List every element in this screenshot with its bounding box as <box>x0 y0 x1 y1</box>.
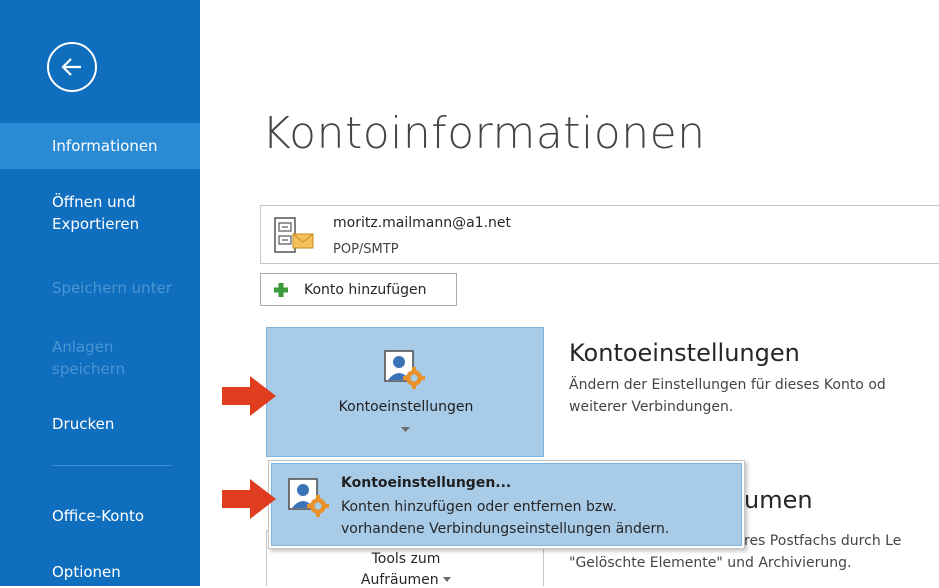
mailbox-icon <box>274 217 314 253</box>
nav-item-optionen[interactable]: Optionen <box>0 560 200 584</box>
account-settings-button-label: Kontoeinstellungen <box>338 399 474 415</box>
nav-item-speichern-unter: Speichern unter <box>0 276 200 300</box>
nav-item-informationen[interactable]: Informationen <box>0 123 200 169</box>
account-settings-icon <box>384 350 425 389</box>
nav-label-line2: Exportieren <box>52 215 140 233</box>
chevron-down-icon <box>401 427 410 432</box>
account-selector[interactable]: moritz.mailmann@a1.net POP/SMTP <box>260 205 939 264</box>
cleanup-description-line2: "Gelöschte Elemente" und Archivierung. <box>569 555 852 571</box>
add-account-button[interactable]: Konto hinzufügen <box>260 273 457 306</box>
nav-label: Optionen <box>52 563 121 581</box>
back-button[interactable] <box>47 42 97 92</box>
chevron-down-icon <box>443 577 452 582</box>
nav-label: Informationen <box>52 137 158 155</box>
cleanup-heading: umen <box>744 486 813 514</box>
nav-item-anlagen-speichern: Anlagen speichern <box>0 336 200 386</box>
account-settings-icon <box>288 478 329 517</box>
nav-label: Drucken <box>52 415 115 433</box>
menu-item-account-settings[interactable]: Kontoeinstellungen... Konten hinzufügen … <box>271 463 742 546</box>
menu-item-description-line1: Konten hinzufügen oder entfernen bzw. <box>341 499 617 515</box>
add-account-label: Konto hinzufügen <box>304 282 427 298</box>
cleanup-tools-label-line1: Tools zum <box>371 551 441 567</box>
nav-label-line2: speichern <box>52 360 126 378</box>
nav-label-line1: Anlagen <box>52 338 114 356</box>
menu-item-description-line2: vorhandene Verbindungseinstellungen ände… <box>341 521 670 537</box>
account-type: POP/SMTP <box>333 242 399 257</box>
nav-label: Office-Konto <box>52 507 145 525</box>
nav-label-line1: Öffnen und <box>52 193 136 211</box>
account-email: moritz.mailmann@a1.net <box>333 215 512 231</box>
account-settings-dropdown: Kontoeinstellungen... Konten hinzufügen … <box>268 460 745 549</box>
nav-divider <box>52 465 172 466</box>
page-title: Kontoinformationen <box>262 108 706 159</box>
account-settings-button[interactable]: Kontoeinstellungen <box>266 327 544 457</box>
back-arrow-icon <box>61 58 81 76</box>
red-arrow-icon <box>222 376 276 416</box>
menu-item-title: Kontoeinstellungen... <box>341 475 512 491</box>
account-settings-heading: Kontoeinstellungen <box>569 339 800 367</box>
nav-label: Speichern unter <box>52 279 172 297</box>
account-settings-description-line2: weiterer Verbindungen. <box>569 399 734 415</box>
account-settings-description-line1: Ändern der Einstellungen für dieses Kont… <box>569 377 886 393</box>
nav-item-office-konto[interactable]: Office-Konto <box>0 504 200 528</box>
nav-item-oeffnen-exportieren[interactable]: Öffnen und Exportieren <box>0 191 200 241</box>
cleanup-description-line1: res Postfachs durch Le <box>744 533 902 549</box>
nav-item-drucken[interactable]: Drucken <box>0 412 200 436</box>
plus-icon <box>274 283 288 297</box>
red-arrow-icon <box>222 479 276 519</box>
backstage-sidebar: Informationen Öffnen und Exportieren Spe… <box>0 0 200 586</box>
